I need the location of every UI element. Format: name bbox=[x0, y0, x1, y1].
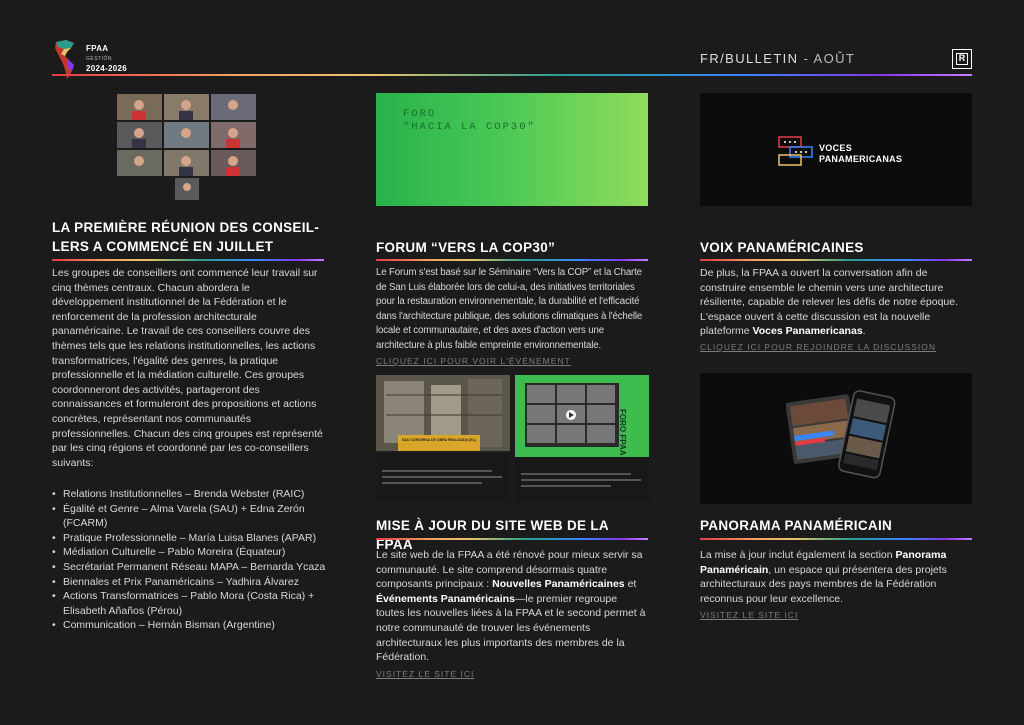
website-screenshot-architecture: SAU CONVERSA DE OBRA REALIZADA (EL) bbox=[376, 375, 510, 502]
divider-council bbox=[52, 259, 324, 261]
video-call-image bbox=[117, 93, 258, 201]
panorama-visit-link[interactable]: VISITEZ LE SITE ICI bbox=[700, 610, 798, 620]
shot1-caption: SAU CONVERSA DE OBRA REALIZADA (EL) bbox=[402, 438, 476, 442]
council-paragraph: Les groupes de conseillers ont commencé … bbox=[52, 267, 323, 469]
bulletin-title: FR/BULLETIN - AOÛT bbox=[700, 51, 855, 66]
header-divider bbox=[52, 74, 972, 76]
bulletin-label: FR/BULLETIN bbox=[700, 51, 799, 66]
section-title-council-line1: LA PREMIÈRE RÉUNION DES CONSEIL- bbox=[52, 220, 320, 235]
cop30-banner-text: FORO "HACIA LA COP30" bbox=[403, 108, 536, 134]
section-title-council-line2: LERS A COMMENCÉ EN JUILLET bbox=[52, 239, 274, 254]
website-text-c: et bbox=[624, 578, 637, 591]
voces-wordmark: VOCES PANAMERICANAS bbox=[819, 143, 902, 165]
section-title-council: LA PREMIÈRE RÉUNION DES CONSEIL- LERS A … bbox=[52, 218, 327, 256]
divider-website bbox=[376, 538, 648, 540]
cop30-event-link[interactable]: CLIQUEZ ICI POUR VOIR L'ÉVÉNEMENT bbox=[376, 356, 571, 366]
shot2-caption: FORO FPAA bbox=[618, 409, 627, 456]
cop30-banner-line2: "HACIA LA COP30" bbox=[403, 121, 536, 133]
logo-years: 2024-2026 bbox=[86, 64, 127, 73]
list-item: Relations Institutionnelles – Brenda Web… bbox=[52, 487, 327, 502]
divider-cop30 bbox=[376, 259, 648, 261]
voces-chat-icon bbox=[778, 136, 813, 166]
divider-voices bbox=[700, 259, 972, 261]
cop30-paragraph: Le Forum s'est basé sur le Séminaire “Ve… bbox=[376, 267, 643, 351]
voces-line1: VOCES bbox=[819, 143, 853, 153]
list-item: Biennales et Prix Panaméricains – Yadhir… bbox=[52, 575, 327, 590]
list-item: Pratique Professionnelle – María Luisa B… bbox=[52, 531, 327, 546]
voices-text-c: . bbox=[862, 325, 866, 338]
logo-sub: GESTIÓN bbox=[86, 56, 113, 62]
section-title-cop30: FORUM “VERS LA COP30” bbox=[376, 240, 556, 255]
cop30-banner-line1: FORO bbox=[403, 108, 437, 120]
logo-title: FPAA bbox=[86, 44, 109, 53]
list-item: Égalité et Genre – Alma Varela (SAU) + E… bbox=[52, 502, 327, 531]
section-title-voices: VOIX PANAMÉRICAINES bbox=[700, 240, 864, 255]
bulletin-month: - AOÛT bbox=[798, 51, 856, 66]
panorama-paragraph: La mise à jour inclut également la secti… bbox=[700, 548, 972, 606]
cop30-banner: FORO "HACIA LA COP30" bbox=[376, 93, 648, 206]
list-item: Secrétariat Permanent Réseau MAPA – Bern… bbox=[52, 560, 327, 575]
voices-join-link[interactable]: CLIQUEZ ICI POUR REJOINDRE LA DISCUSSION bbox=[700, 342, 936, 352]
voces-banner: VOCES PANAMERICANAS bbox=[700, 93, 972, 206]
website-text-bold1: Nouvelles Panaméricaines bbox=[492, 578, 625, 591]
section-title-panorama: PANORAMA PANAMÉRICAIN bbox=[700, 518, 893, 533]
logo-wordmark: FPAA GESTIÓN 2024-2026 bbox=[86, 44, 127, 74]
panorama-devices-image bbox=[700, 373, 972, 504]
website-visit-link[interactable]: VISITEZ LE SITE ICI bbox=[376, 669, 474, 679]
website-text-bold2: Événements Panaméricains bbox=[376, 592, 515, 605]
list-item: Médiation Culturelle – Pablo Moreira (Éq… bbox=[52, 545, 327, 560]
website-paragraph: Le site web de la FPAA a été rénové pour… bbox=[376, 548, 648, 665]
voices-text-bold: Voces Panamericanas bbox=[752, 325, 863, 338]
website-screenshot-forum: FORO FPAA bbox=[515, 375, 649, 502]
panorama-text-a: La mise à jour inclut également la secti… bbox=[700, 549, 896, 561]
divider-panorama bbox=[700, 538, 972, 540]
r-logo-letter: R bbox=[956, 53, 968, 65]
list-item: Actions Transformatrices – Pablo Mora (C… bbox=[52, 589, 327, 618]
voces-line2: PANAMERICANAS bbox=[819, 154, 903, 164]
voices-paragraph: De plus, la FPAA a ouvert la conversatio… bbox=[700, 266, 965, 339]
list-item: Communication – Hernán Bisman (Argentine… bbox=[52, 618, 327, 633]
r-logo-icon: R bbox=[952, 49, 972, 69]
council-list: Relations Institutionnelles – Brenda Web… bbox=[52, 487, 327, 633]
